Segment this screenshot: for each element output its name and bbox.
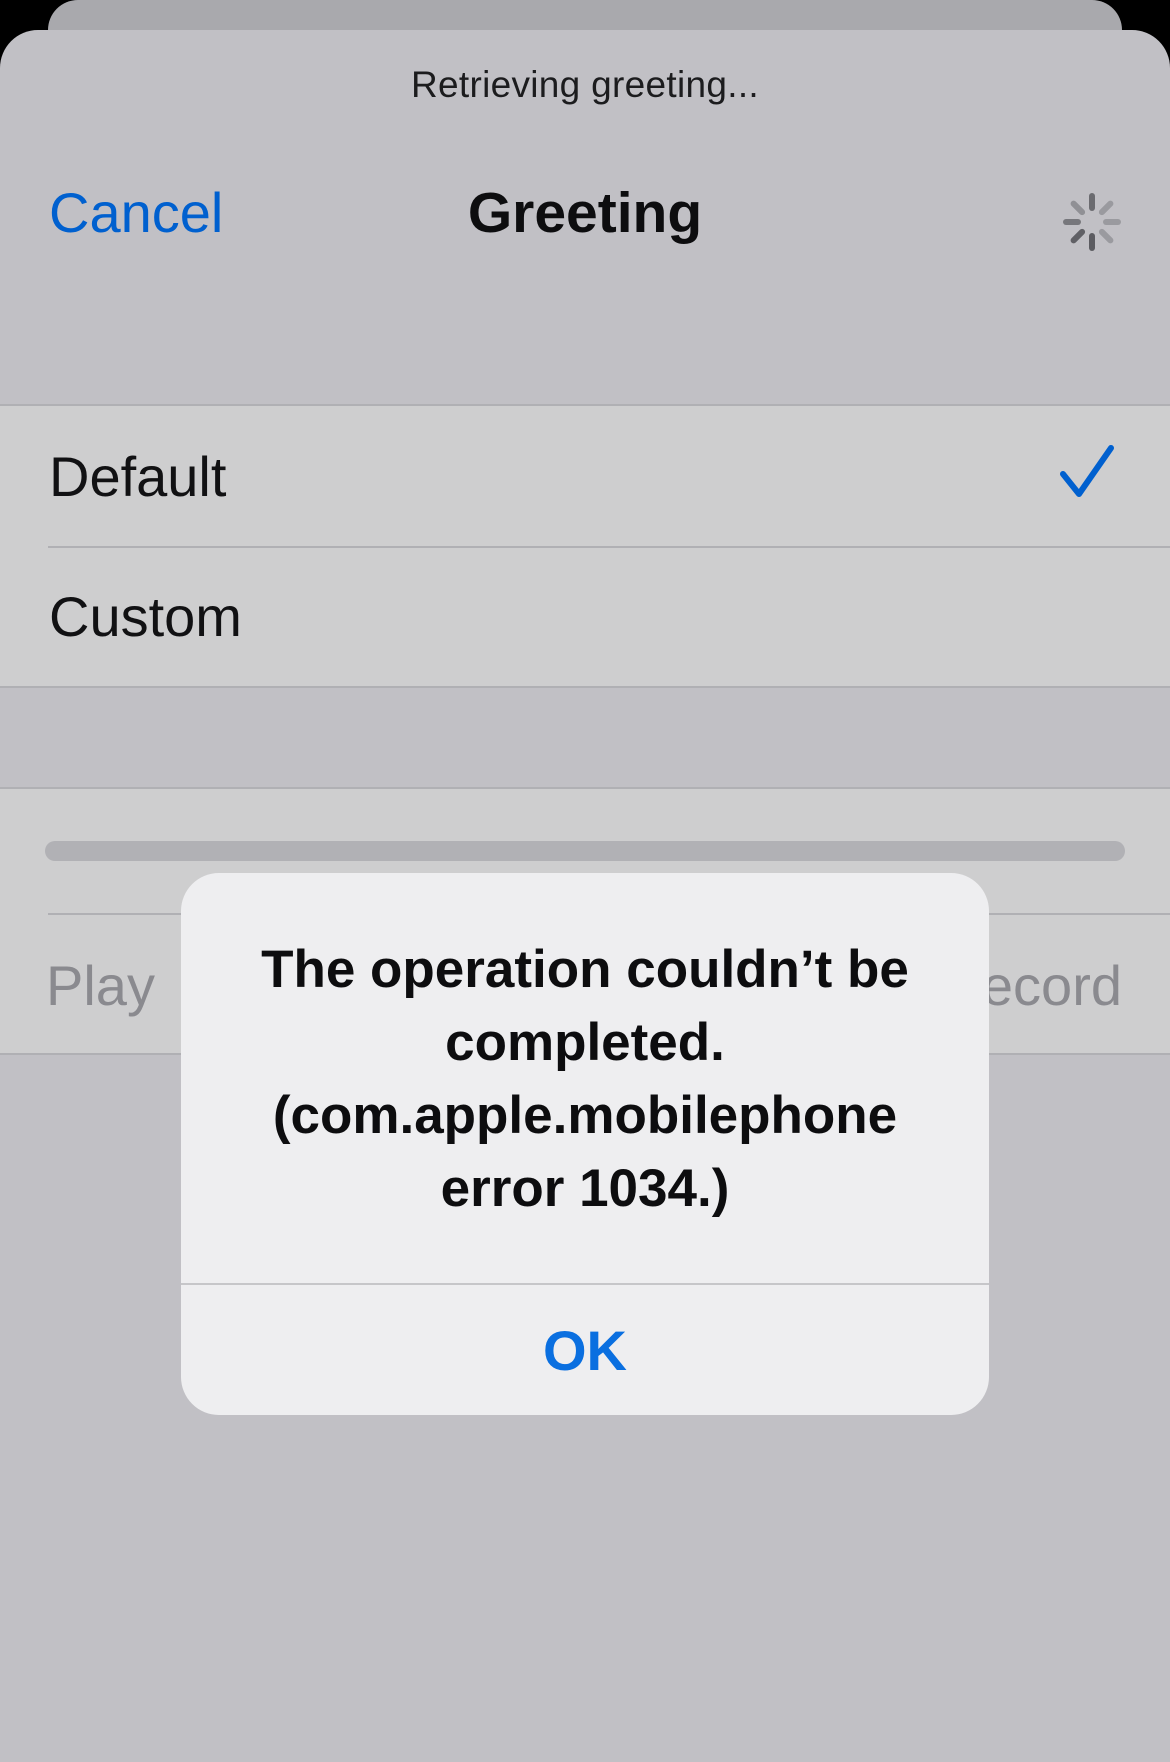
greeting-options: Default Custom xyxy=(0,404,1170,688)
error-alert: The operation couldn’t be completed. (co… xyxy=(181,873,989,1415)
option-custom[interactable]: Custom xyxy=(0,546,1170,686)
option-default[interactable]: Default xyxy=(0,406,1170,546)
checkmark-icon xyxy=(1060,445,1114,497)
alert-message: The operation couldn’t be completed. (co… xyxy=(261,940,909,1218)
option-label: Default xyxy=(49,444,227,508)
play-button[interactable]: Play xyxy=(46,953,155,1018)
spinner-icon xyxy=(1063,193,1121,251)
playback-progress-bar[interactable] xyxy=(45,841,1125,861)
option-label: Custom xyxy=(49,584,242,648)
status-text: Retrieving greeting... xyxy=(410,64,759,105)
ok-button[interactable]: OK xyxy=(181,1285,989,1415)
page-title: Greeting xyxy=(467,181,703,245)
